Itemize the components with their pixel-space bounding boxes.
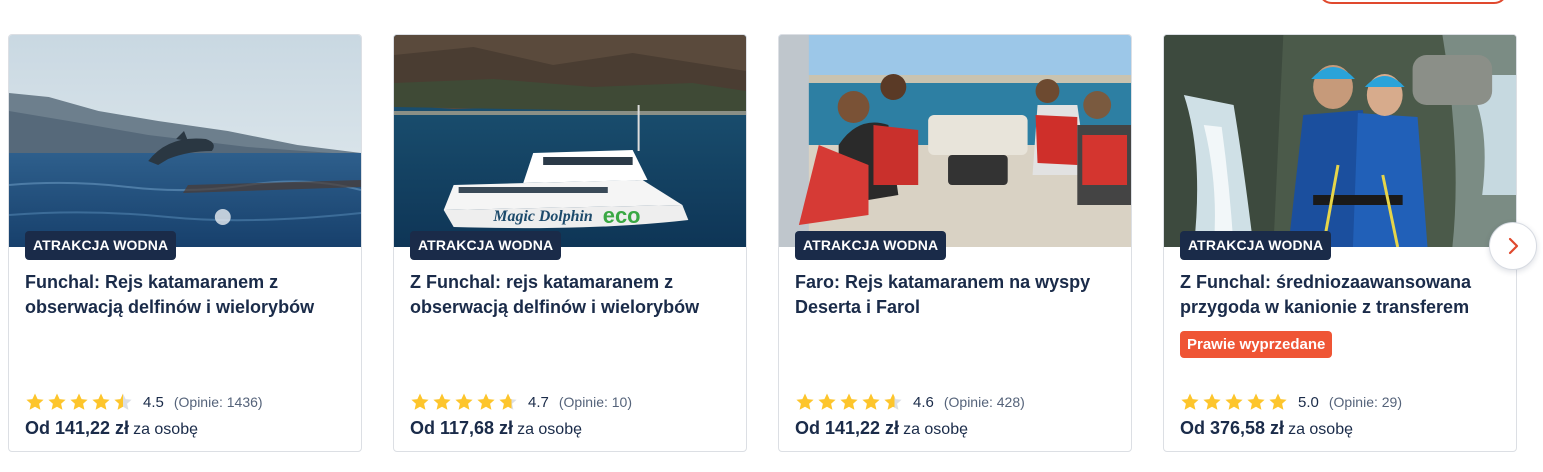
rating-row: 5.0 (Opinie: 29) — [1180, 391, 1402, 413]
boat-name-text: Magic Dolphin — [492, 208, 592, 225]
activity-card[interactable]: ATRAKCJA WODNA Funchal: Rejs katamaranem… — [8, 34, 362, 452]
rating-value: 4.7 — [528, 393, 549, 411]
boat-passengers-photo-icon — [779, 35, 1131, 247]
star-icon — [884, 393, 902, 410]
top-action-button[interactable] — [1318, 0, 1508, 4]
review-count: (Opinie: 1436) — [173, 394, 263, 410]
price-suffix: za osobę — [903, 421, 968, 438]
star-icon — [1181, 393, 1199, 410]
price: Od 376,58 zł za osobę — [1180, 418, 1353, 439]
rating-stars — [1180, 392, 1288, 412]
star-icon — [840, 393, 858, 410]
star-icon — [862, 393, 880, 410]
star-icon — [433, 393, 451, 410]
activity-title[interactable]: Faro: Rejs katamaranem na wyspy Deserta … — [795, 270, 1115, 320]
star-icon — [796, 393, 814, 410]
star-icon — [1247, 393, 1265, 410]
activity-card[interactable]: ATRAKCJA WODNA Faro: Rejs katamaranem na… — [778, 34, 1132, 452]
boat-eco-text: eco — [603, 203, 641, 228]
rating-stars — [25, 392, 133, 412]
star-icon — [48, 393, 66, 410]
price: Od 117,68 zł za osobę — [410, 418, 582, 439]
activity-title[interactable]: Z Funchal: rejs katamaranem z obserwacją… — [410, 270, 730, 320]
rating-stars — [410, 392, 518, 412]
rating-value: 5.0 — [1298, 393, 1319, 411]
rating-stars — [795, 392, 903, 412]
star-icon — [1225, 393, 1243, 410]
activity-card[interactable]: Magic Dolphin eco ATRAKCJA WODNA Z Funch… — [393, 34, 747, 452]
canyoning-photo-icon — [1164, 35, 1516, 247]
star-icon — [92, 393, 110, 410]
rating-value: 4.5 — [143, 393, 164, 411]
price-amount: Od 117,68 zł — [410, 418, 514, 438]
category-badge: ATRAKCJA WODNA — [795, 231, 947, 260]
price-suffix: za osobę — [133, 421, 198, 438]
activity-title[interactable]: Z Funchal: średniozaawansowana przygoda … — [1180, 270, 1500, 320]
category-badge: ATRAKCJA WODNA — [25, 231, 177, 260]
star-icon — [499, 393, 517, 410]
star-icon — [114, 393, 132, 410]
star-icon — [477, 393, 495, 410]
price-amount: Od 141,22 zł — [795, 418, 900, 438]
star-icon — [455, 393, 473, 410]
star-icon — [1269, 393, 1287, 410]
catamaran-photo-icon: Magic Dolphin eco — [394, 35, 746, 247]
review-count: (Opinie: 428) — [943, 394, 1025, 410]
rating-value: 4.6 — [913, 393, 934, 411]
price-amount: Od 376,58 zł — [1180, 418, 1285, 438]
star-icon — [411, 393, 429, 410]
activity-title[interactable]: Funchal: Rejs katamaranem z obserwacją d… — [25, 270, 345, 320]
rating-row: 4.7 (Opinie: 10) — [410, 391, 632, 413]
star-icon — [818, 393, 836, 410]
star-icon — [26, 393, 44, 410]
price: Od 141,22 zł za osobę — [25, 418, 198, 439]
price: Od 141,22 zł za osobę — [795, 418, 968, 439]
price-suffix: za osobę — [1288, 421, 1353, 438]
rating-row: 4.6 (Opinie: 428) — [795, 391, 1025, 413]
category-badge: ATRAKCJA WODNA — [410, 231, 562, 260]
price-suffix: za osobę — [517, 421, 582, 438]
carousel-next-button[interactable] — [1489, 222, 1537, 270]
price-amount: Od 141,22 zł — [25, 418, 130, 438]
activity-carousel: ATRAKCJA WODNA Funchal: Rejs katamaranem… — [8, 34, 1517, 452]
rating-row: 4.5 (Opinie: 1436) — [25, 391, 263, 413]
star-icon — [1203, 393, 1221, 410]
review-count: (Opinie: 10) — [558, 394, 633, 410]
dolphin-photo-icon — [9, 35, 361, 247]
category-badge: ATRAKCJA WODNA — [1180, 231, 1332, 260]
star-icon — [70, 393, 88, 410]
chevron-right-icon — [1508, 237, 1519, 255]
review-count: (Opinie: 29) — [1328, 394, 1403, 410]
availability-flag: Prawie wyprzedane — [1180, 331, 1333, 358]
activity-card[interactable]: ATRAKCJA WODNA Z Funchal: średniozaawans… — [1163, 34, 1517, 452]
